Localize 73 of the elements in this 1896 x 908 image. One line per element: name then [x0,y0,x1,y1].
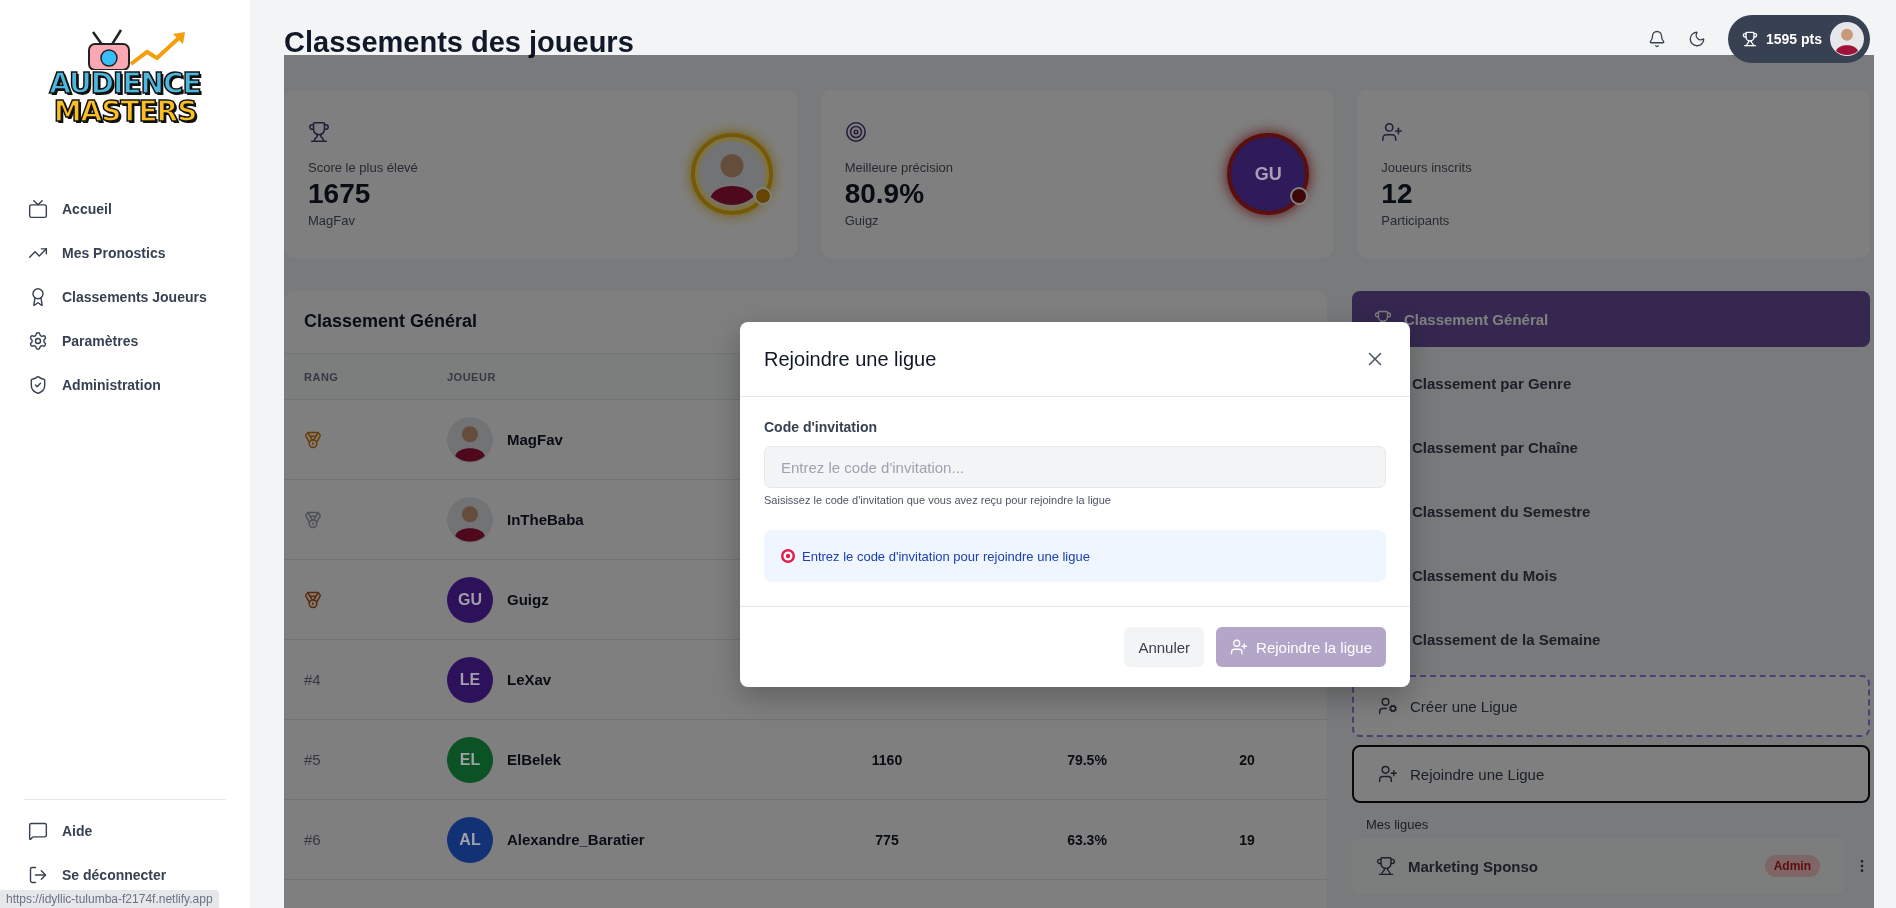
avatar-silhouette [698,141,765,207]
logo-text: AUDIENCE [49,70,201,98]
player-name: MagFav [507,431,563,448]
stat-caption: MagFav [308,212,356,228]
table-cell-text: 1160 [870,751,904,768]
rank-number: #5 [304,751,322,768]
avatar: EL [447,736,493,783]
stat-value: 1675 [308,177,372,210]
logo-text: MASTERS [53,98,197,126]
nav-link[interactable]: Paramètres [20,322,230,360]
stat-value: 80.9% [844,177,926,210]
logout-icon [28,865,48,885]
table-cell-text: 79.5% [1066,751,1108,768]
avatar [447,496,493,543]
player-name: Alexandre_Baratier [507,831,645,848]
user-cog-icon [1378,696,1398,716]
avatar [447,416,493,463]
create-league-button[interactable]: Créer une Ligue [1352,675,1870,737]
bell-icon[interactable] [1647,30,1666,48]
avatar: LE [447,656,493,703]
table-cell-text: 19 [1238,831,1256,848]
info-text: Entrez le code d'invitation pour rejoindre une ligue [802,548,1090,564]
status-dot [1290,187,1309,205]
tv-icon [28,199,48,219]
stat-value: 12 [1381,177,1414,210]
points-badge[interactable]: 1595 pts [1727,15,1870,63]
avatar: GU [447,576,493,623]
user-avatar [1830,22,1864,56]
invitation-code-field[interactable]: Entrez le code d'invitation... [764,446,1386,488]
avatar: AL [447,816,493,863]
stat-label: Joueurs inscrits [1381,159,1472,175]
field-label: Code d'invitation [764,419,878,435]
chat-icon [28,821,48,841]
nav-link[interactable]: Accueil [20,190,230,228]
user-plus-icon [1381,120,1404,143]
table-cell-text: 63.3% [1066,831,1108,848]
target-icon [844,120,867,143]
settings-icon [28,331,48,351]
table-cell-text: 20 [1238,751,1256,768]
player-name: InTheBaba [507,511,584,528]
column-header: RANG [304,370,340,383]
trophy-icon [1741,31,1758,47]
stat-label: Score le plus élevé [308,159,418,175]
stat-label: Meilleure précision [844,159,954,175]
shield-check-icon [28,375,48,395]
role-badge: Admin [1764,855,1820,877]
section-label: Mes ligues [1366,817,1430,832]
trophy-icon [308,120,330,143]
stat-caption: Participants [1381,212,1451,228]
player-name: LeXav [507,671,552,688]
nav-link[interactable]: Aide [20,812,230,850]
page-title: Classements des joueurs [284,26,634,59]
trophy-icon [1376,856,1396,876]
avatar-initials: GU [1254,163,1282,185]
player-name: Guigz [507,591,549,608]
rank-number: #6 [304,831,322,848]
user-plus-icon [1230,638,1249,656]
stat-caption: Guigz [844,212,880,228]
help-text: Saisissez le code d'invitation que vous avez reçu pour rejoindre la ligue [764,494,1112,506]
player-name: ElBelek [507,751,562,768]
moon-icon[interactable] [1687,30,1706,48]
status-url: https://idyllic-tulumba-f2174f.netlify.app [0,890,219,908]
table-cell-text: 775 [874,831,900,848]
leaderboard-tab[interactable]: Classement Général [1352,291,1870,347]
join-league-button[interactable]: Rejoindre une Ligue [1352,745,1870,803]
column-header: JOUEUR [447,370,496,383]
cancel-button[interactable]: Annuler [1124,627,1205,667]
user-plus-icon [1378,764,1398,784]
rank-number: #4 [304,671,322,688]
target-icon [780,548,796,564]
nav-link[interactable]: Mes Pronostics [20,234,230,272]
nav-link[interactable]: Administration [20,366,230,404]
nav-link[interactable]: Classements Joueurs [20,278,230,316]
